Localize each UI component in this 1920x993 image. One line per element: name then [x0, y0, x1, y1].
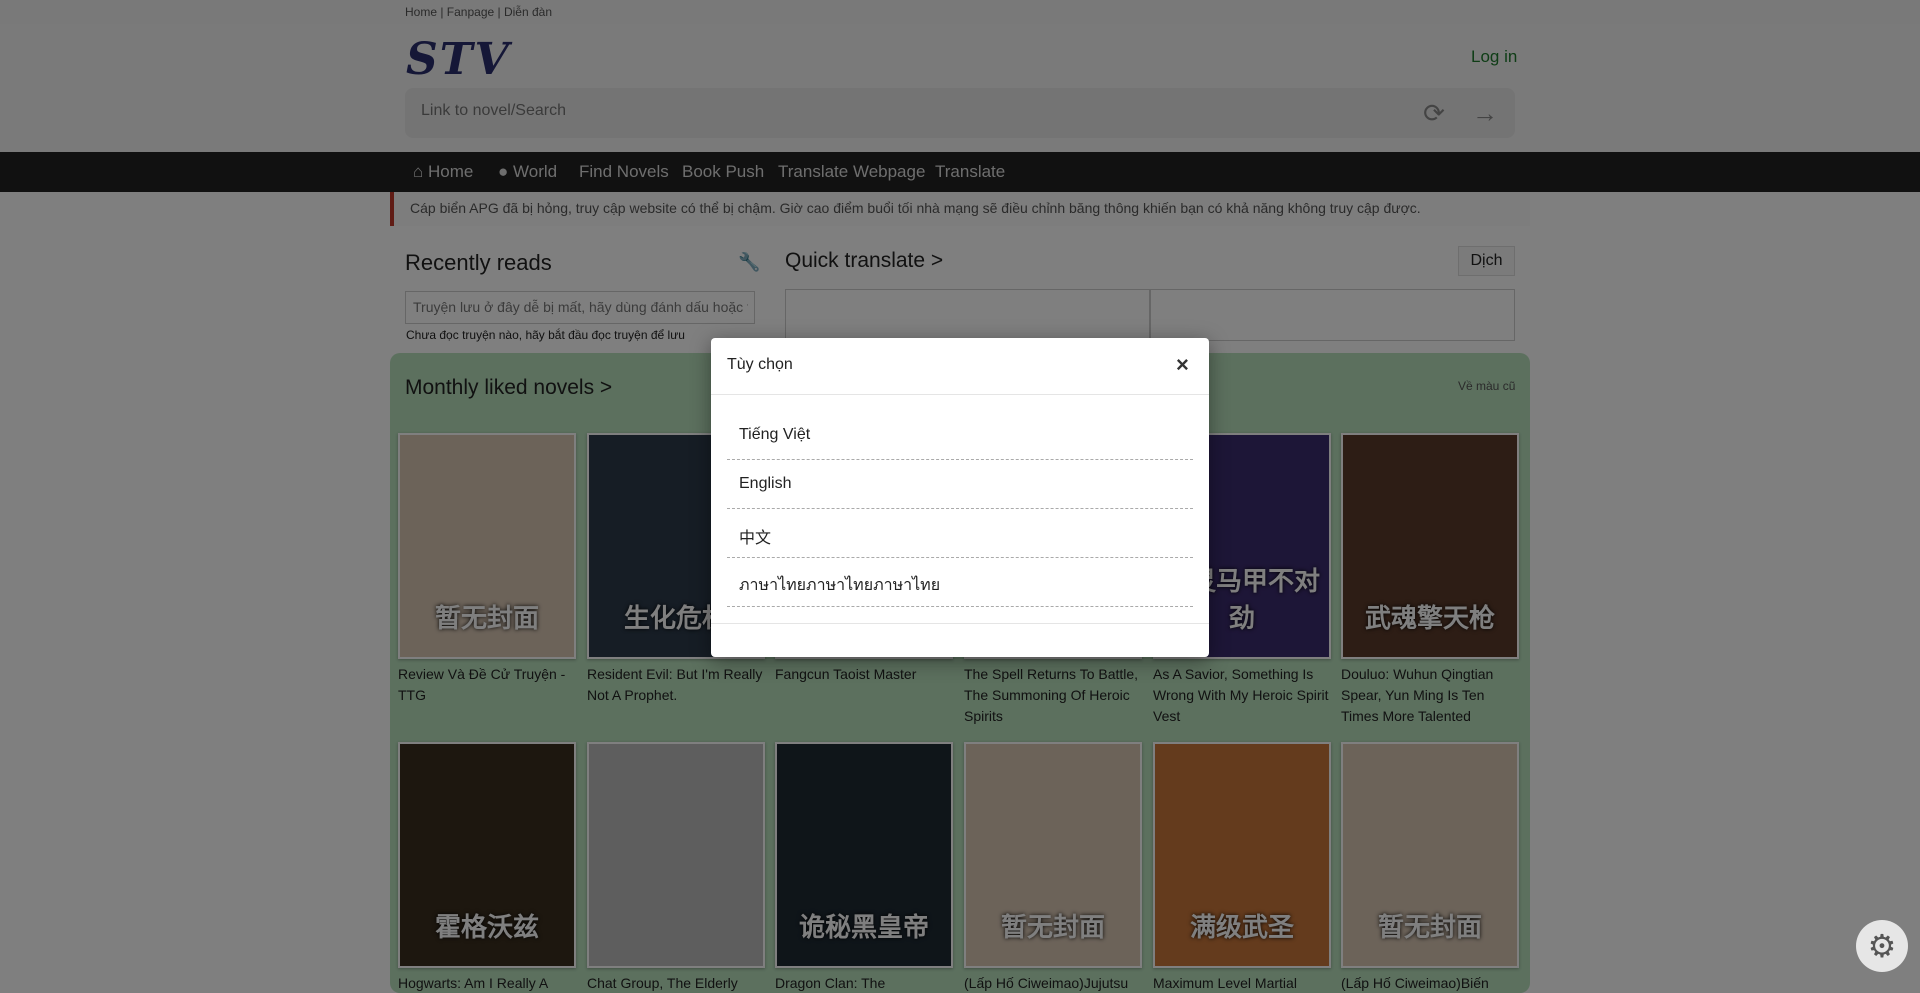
language-option-vietnamese[interactable]: Tiếng Việt	[727, 411, 1193, 460]
language-option-chinese[interactable]: 中文	[727, 509, 1193, 558]
modal-title: Tùy chọn	[727, 356, 793, 373]
language-option-english[interactable]: English	[727, 460, 1193, 509]
modal-footer	[711, 623, 1209, 624]
settings-gear-icon[interactable]: ⚙	[1856, 920, 1908, 972]
options-modal: Tùy chọn × Tiếng Việt English 中文 ภาษาไทย…	[711, 338, 1209, 657]
language-option-thai[interactable]: ภาษาไทยภาษาไทยภาษาไทย	[727, 558, 1193, 607]
close-icon[interactable]: ×	[1176, 352, 1189, 378]
modal-header: Tùy chọn ×	[711, 338, 1209, 395]
